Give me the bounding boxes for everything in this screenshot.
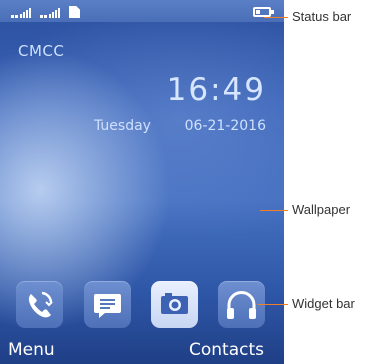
widget-bar-callout-label: Widget bar <box>292 296 355 311</box>
wallpaper-callout-label: Wallpaper <box>292 202 351 217</box>
status-bar-callout-line <box>264 17 288 18</box>
figure: CMCC 16:49 Tuesday 06-21-2016 Menu Conta… <box>0 0 365 364</box>
wallpaper-callout-line <box>260 210 288 211</box>
date: 06-21-2016 <box>184 118 266 134</box>
battery-icon <box>253 7 274 17</box>
day-of-week: Tuesday <box>94 118 151 134</box>
status-bar-callout-label: Status bar <box>292 9 352 24</box>
widget-bar <box>0 276 284 336</box>
clock-time: 16:49 <box>166 72 266 108</box>
menu-softkey[interactable]: Menu <box>8 340 55 360</box>
phone-screen: CMCC 16:49 Tuesday 06-21-2016 Menu Conta… <box>0 0 284 364</box>
messages-icon <box>94 294 121 318</box>
call-log-icon <box>28 291 53 318</box>
softkey-bar: Menu Contacts <box>0 338 284 364</box>
contacts-softkey[interactable]: Contacts <box>189 340 264 360</box>
widget-messages[interactable] <box>84 281 131 328</box>
carrier-name: CMCC <box>18 42 65 60</box>
widget-bar-callout-line <box>258 304 288 305</box>
camera-icon <box>161 293 188 314</box>
widget-camera[interactable] <box>151 281 198 328</box>
signal-strength-sim1-icon <box>11 6 35 18</box>
signal-strength-sim2-icon <box>40 6 64 18</box>
sd-card-icon <box>69 6 80 18</box>
status-bar <box>0 0 284 22</box>
widget-call-log[interactable] <box>16 281 63 328</box>
